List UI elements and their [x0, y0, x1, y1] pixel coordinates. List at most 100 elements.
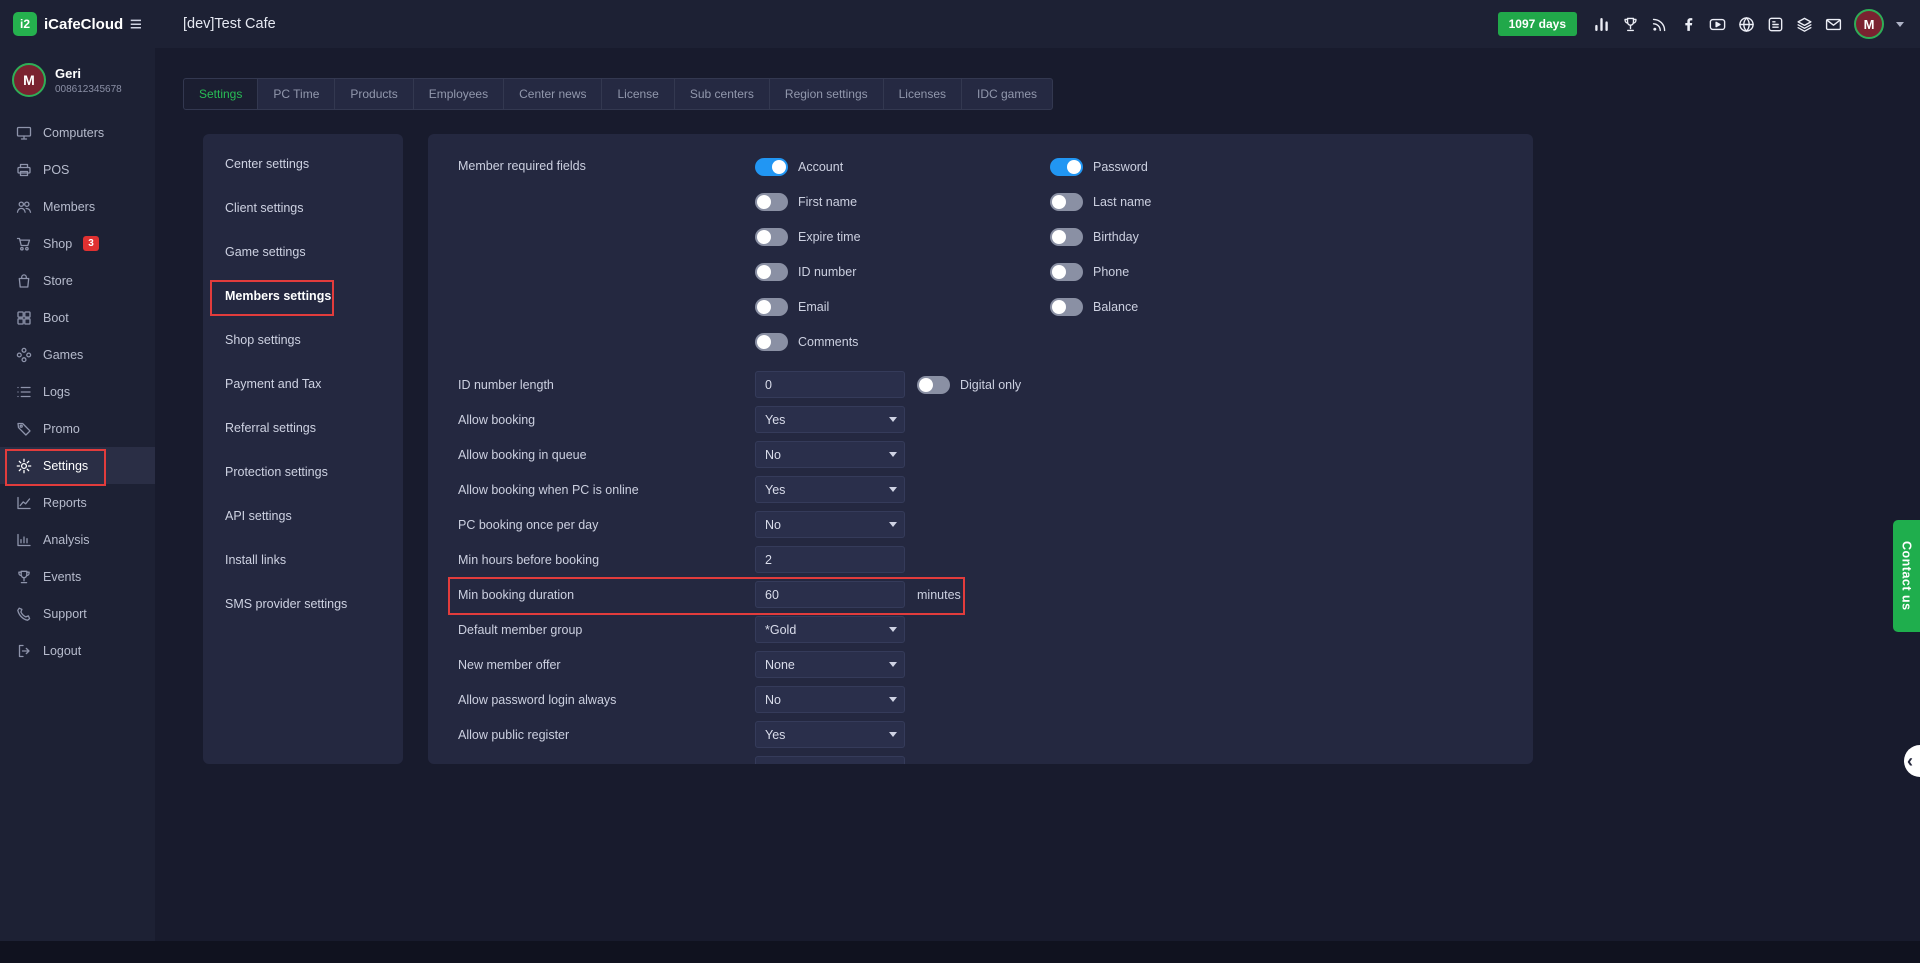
required-field-comments-toggle[interactable]: [755, 333, 788, 351]
sidebar-item-label: Support: [43, 607, 87, 621]
form-row-allow-booking-in-queue: Allow booking in queueNo: [458, 437, 1503, 472]
sidebar-item-support[interactable]: Support: [0, 595, 155, 632]
submenu-item-payment-and-tax[interactable]: Payment and Tax: [203, 362, 403, 406]
tab-licenses[interactable]: Licenses: [883, 78, 962, 110]
new-member-offer-select-el[interactable]: None: [755, 651, 905, 678]
submenu-item-client-settings[interactable]: Client settings: [203, 186, 403, 230]
submenu-item-shop-settings[interactable]: Shop settings: [203, 318, 403, 362]
tab-employees[interactable]: Employees: [413, 78, 504, 110]
field-control: Yes: [755, 756, 905, 764]
required-field-expire-time-toggle[interactable]: [755, 228, 788, 246]
brand-logo[interactable]: i2 iCafeCloud: [13, 12, 123, 36]
layers-icon[interactable]: [1796, 16, 1813, 33]
min-hours-before-booking-input[interactable]: [755, 546, 905, 573]
required-field-email-toggle[interactable]: [755, 298, 788, 316]
item-select[interactable]: Yes: [755, 756, 905, 764]
icafe-pad-icon[interactable]: [1767, 16, 1784, 33]
sidebar-item-members[interactable]: Members: [0, 188, 155, 225]
allow-booking-in-queue-select-el[interactable]: No: [755, 441, 905, 468]
tab-pc-time[interactable]: PC Time: [257, 78, 335, 110]
required-field-id-number-toggle[interactable]: [755, 263, 788, 281]
sidebar-user[interactable]: M Geri 008612345678: [0, 48, 155, 114]
pc-booking-once-per-day-select-el[interactable]: No: [755, 511, 905, 538]
allow-public-register-select-el[interactable]: Yes: [755, 721, 905, 748]
id-number-length-input[interactable]: [755, 371, 905, 398]
tab-sub-centers[interactable]: Sub centers: [674, 78, 770, 110]
item-select-el[interactable]: Yes: [755, 756, 905, 764]
tab-region-settings[interactable]: Region settings: [769, 78, 884, 110]
rss-icon[interactable]: [1651, 16, 1668, 33]
mail-icon[interactable]: [1825, 16, 1842, 33]
submenu-item-members-settings[interactable]: Members settings: [203, 274, 403, 318]
sidebar-item-shop[interactable]: Shop3: [0, 225, 155, 262]
menu-toggle-icon[interactable]: ≡: [130, 14, 142, 35]
allow-booking-when-pc-is-online-select-el[interactable]: Yes: [755, 476, 905, 503]
submenu-item-api-settings[interactable]: API settings: [203, 494, 403, 538]
avatar[interactable]: M: [1854, 9, 1884, 39]
sidebar-item-games[interactable]: Games: [0, 336, 155, 373]
days-badge[interactable]: 1097 days: [1498, 12, 1577, 36]
facebook-icon[interactable]: [1680, 16, 1697, 33]
required-field-email: Email: [755, 296, 1050, 318]
chevron-down-icon[interactable]: [1896, 22, 1904, 27]
toggle-label: Balance: [1093, 300, 1138, 314]
sidebar-item-label: POS: [43, 163, 69, 177]
sidebar: M Geri 008612345678 ComputersPOSMembersS…: [0, 48, 155, 941]
tab-idc-games[interactable]: IDC games: [961, 78, 1053, 110]
sidebar-item-logs[interactable]: Logs: [0, 373, 155, 410]
submenu-item-game-settings[interactable]: Game settings: [203, 230, 403, 274]
submenu-item-protection-settings[interactable]: Protection settings: [203, 450, 403, 494]
allow-booking-select-el[interactable]: Yes: [755, 406, 905, 433]
sidebar-item-computers[interactable]: Computers: [0, 114, 155, 151]
field-control: *Gold: [755, 616, 905, 643]
tab-products[interactable]: Products: [334, 78, 413, 110]
form-row-min-hours-before-booking: Min hours before booking: [458, 542, 1503, 577]
globe-icon[interactable]: [1738, 16, 1755, 33]
allow-booking-in-queue-select[interactable]: No: [755, 441, 905, 468]
sidebar-item-settings[interactable]: Settings: [0, 447, 155, 484]
sidebar-item-events[interactable]: Events: [0, 558, 155, 595]
submenu-item-referral-settings[interactable]: Referral settings: [203, 406, 403, 450]
tab-license[interactable]: License: [601, 78, 674, 110]
min-booking-duration-input[interactable]: [755, 581, 905, 608]
field-label: Allow booking in queue: [458, 448, 755, 462]
allow-password-login-always-select-el[interactable]: No: [755, 686, 905, 713]
digital-only-toggle[interactable]: [917, 376, 950, 394]
required-field-first-name-toggle[interactable]: [755, 193, 788, 211]
required-field-birthday-toggle[interactable]: [1050, 228, 1083, 246]
events-icon: [16, 569, 32, 585]
required-field-account-toggle[interactable]: [755, 158, 788, 176]
submenu-item-install-links[interactable]: Install links: [203, 538, 403, 582]
field-control: Yes: [755, 721, 905, 748]
required-field-phone-toggle[interactable]: [1050, 263, 1083, 281]
trophy-icon[interactable]: [1622, 16, 1639, 33]
allow-password-login-always-select[interactable]: No: [755, 686, 905, 713]
youtube-icon[interactable]: [1709, 16, 1726, 33]
sidebar-item-promo[interactable]: Promo: [0, 410, 155, 447]
sidebar-item-store[interactable]: Store: [0, 262, 155, 299]
field-control: Yes: [755, 406, 905, 433]
required-field-last-name-toggle[interactable]: [1050, 193, 1083, 211]
sidebar-item-logout[interactable]: Logout: [0, 632, 155, 669]
new-member-offer-select[interactable]: None: [755, 651, 905, 678]
allow-public-register-select[interactable]: Yes: [755, 721, 905, 748]
analytics-icon[interactable]: [1593, 16, 1610, 33]
main-content: SettingsPC TimeProductsEmployeesCenter n…: [155, 48, 1920, 941]
field-label: PC booking once per day: [458, 518, 755, 532]
required-field-password-toggle[interactable]: [1050, 158, 1083, 176]
allow-booking-when-pc-is-online-select[interactable]: Yes: [755, 476, 905, 503]
tab-center-news[interactable]: Center news: [503, 78, 602, 110]
sidebar-item-pos[interactable]: POS: [0, 151, 155, 188]
tab-settings[interactable]: Settings: [183, 78, 258, 110]
required-field-balance-toggle[interactable]: [1050, 298, 1083, 316]
default-member-group-select[interactable]: *Gold: [755, 616, 905, 643]
pc-booking-once-per-day-select[interactable]: No: [755, 511, 905, 538]
sidebar-item-analysis[interactable]: Analysis: [0, 521, 155, 558]
submenu-item-sms-provider-settings[interactable]: SMS provider settings: [203, 582, 403, 626]
submenu-item-center-settings[interactable]: Center settings: [203, 142, 403, 186]
default-member-group-select-el[interactable]: *Gold: [755, 616, 905, 643]
contact-us-button[interactable]: Contact us: [1893, 520, 1920, 632]
sidebar-item-boot[interactable]: Boot: [0, 299, 155, 336]
allow-booking-select[interactable]: Yes: [755, 406, 905, 433]
sidebar-item-reports[interactable]: Reports: [0, 484, 155, 521]
